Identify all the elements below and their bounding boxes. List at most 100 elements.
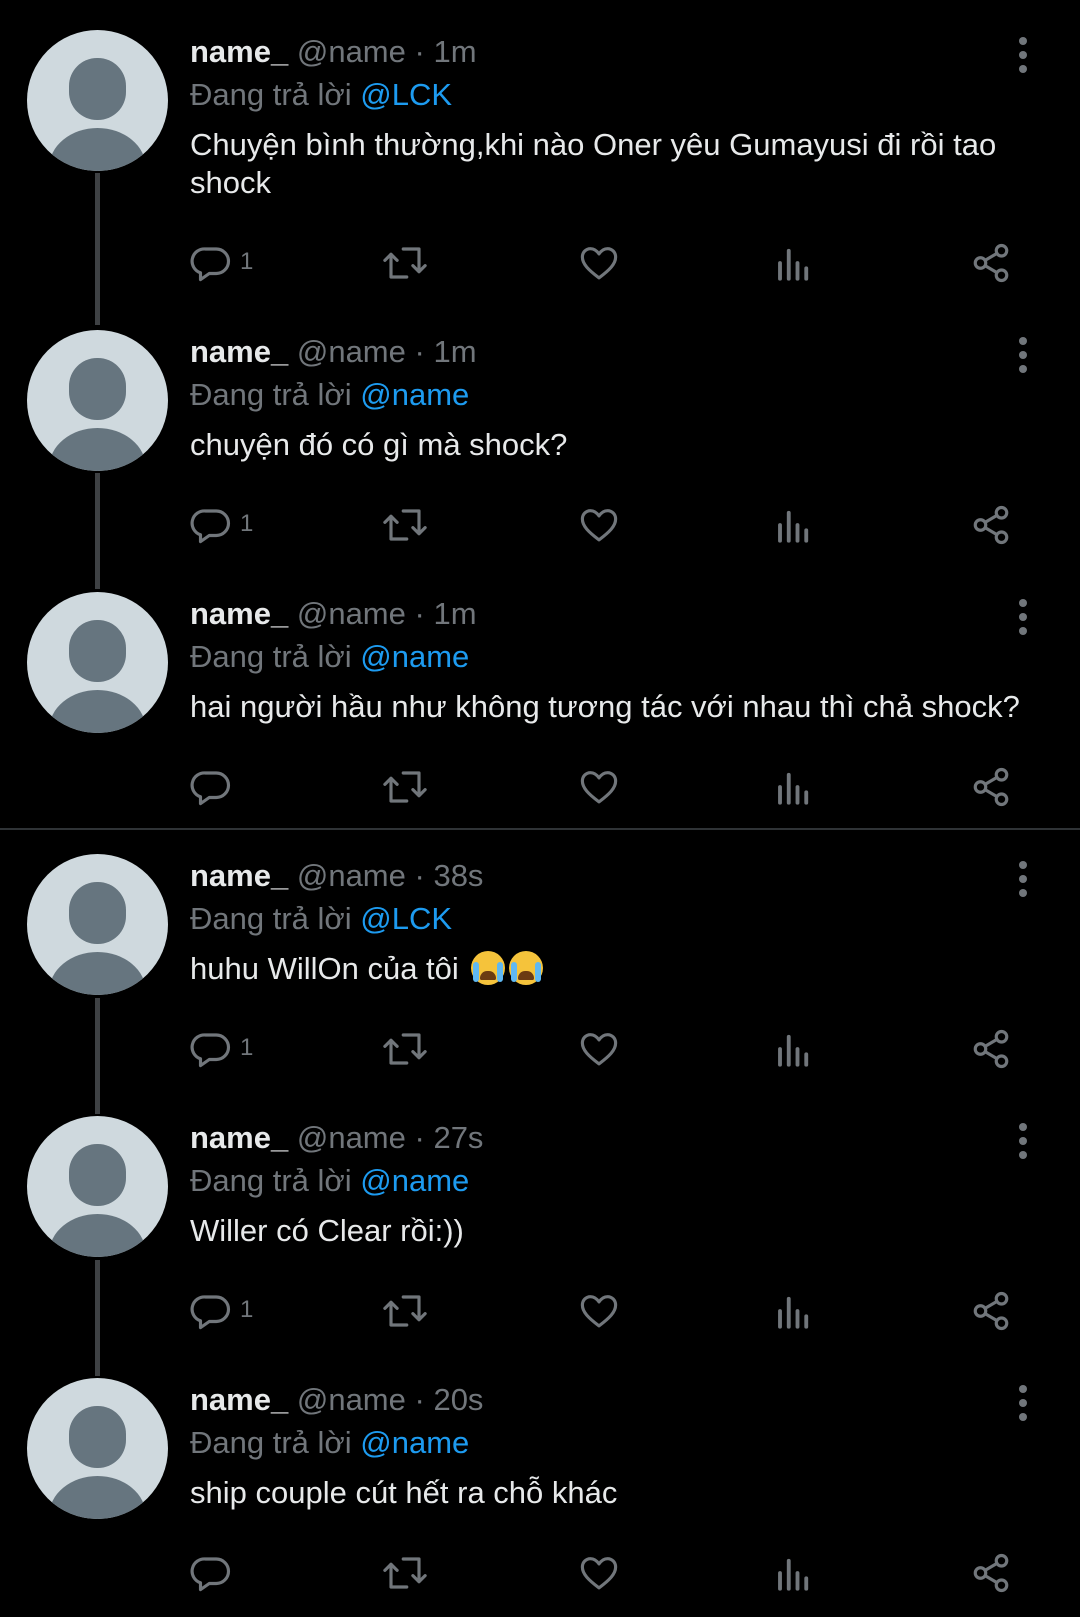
display-name[interactable]: name_ [190,334,288,369]
avatar[interactable] [27,854,168,995]
retweet-icon [383,1033,427,1065]
tweet[interactable]: name_ @name · 1m Đang trả lời @name chuy… [0,330,1080,570]
like-button[interactable] [578,238,628,288]
share-icon [973,505,1009,545]
replying-to-mention[interactable]: @name [360,377,469,412]
tweet-text: chuyện đó có gì mà shock? [190,427,568,462]
reply-button[interactable] [190,1548,270,1598]
tweet-text: Chuyện bình thường,khi nào Oner yêu Guma… [190,127,997,200]
tweet-header: name_ @name · 38s [190,856,483,896]
retweet-icon [383,771,427,803]
views-icon [778,1034,809,1067]
reply-button[interactable]: 1 [190,500,270,550]
display-name[interactable]: name_ [190,34,288,69]
share-button[interactable] [970,1286,1020,1336]
views-button[interactable] [775,1548,825,1598]
tweet-text: ship couple cút hết ra chỗ khác [190,1475,618,1510]
replying-to: Đang trả lời @name [190,1161,469,1201]
heart-icon [580,1557,618,1590]
crying-face-emoji-icon [509,951,544,985]
views-button[interactable] [775,238,825,288]
avatar[interactable] [27,1378,168,1519]
replying-to-mention[interactable]: @name [360,1163,469,1198]
views-button[interactable] [775,1286,825,1336]
timestamp[interactable]: 1m [433,34,476,69]
retweet-button[interactable] [382,762,432,812]
more-options-icon[interactable] [1010,1121,1036,1161]
views-button[interactable] [775,762,825,812]
handle[interactable]: @name [297,1120,406,1155]
replying-to-mention[interactable]: @name [360,639,469,674]
more-options-icon[interactable] [1010,1383,1036,1423]
tweet-header: name_ @name · 1m [190,32,477,72]
tweet[interactable]: name_ @name · 27s Đang trả lời @name Wil… [0,1116,1080,1356]
replying-to-mention[interactable]: @name [360,1425,469,1460]
reply-button[interactable]: 1 [190,238,270,288]
tweet[interactable]: name_ @name · 20s Đang trả lời @name shi… [0,1378,1080,1617]
tweet-text: huhu WillOn của tôi [190,951,459,986]
like-button[interactable] [578,500,628,550]
retweet-button[interactable] [382,1548,432,1598]
handle[interactable]: @name [297,34,406,69]
avatar[interactable] [27,592,168,733]
handle[interactable]: @name [297,858,406,893]
tweet-header: name_ @name · 20s [190,1380,483,1420]
share-button[interactable] [970,1548,1020,1598]
handle[interactable]: @name [297,596,406,631]
tweet[interactable]: name_ @name · 38s Đang trả lời @LCK huhu… [0,854,1080,1094]
separator: · [414,858,425,893]
display-name[interactable]: name_ [190,858,288,893]
more-options-icon[interactable] [1010,35,1036,75]
handle[interactable]: @name [297,1382,406,1417]
reply-button[interactable]: 1 [190,1024,270,1074]
replying-to-mention[interactable]: @LCK [360,901,452,936]
display-name[interactable]: name_ [190,1382,288,1417]
tweet-header: name_ @name · 27s [190,1118,483,1158]
more-options-icon[interactable] [1010,859,1036,899]
replying-to-label: Đang trả lời [190,77,352,112]
retweet-button[interactable] [382,238,432,288]
action-bar: 1 [190,1024,1040,1074]
like-button[interactable] [578,1286,628,1336]
timestamp[interactable]: 27s [433,1120,483,1155]
reply-button[interactable] [190,762,270,812]
more-options-icon[interactable] [1010,597,1036,637]
more-options-icon[interactable] [1010,335,1036,375]
retweet-button[interactable] [382,500,432,550]
reply-count: 1 [240,1296,254,1323]
views-button[interactable] [775,500,825,550]
display-name[interactable]: name_ [190,1120,288,1155]
share-button[interactable] [970,238,1020,288]
views-button[interactable] [775,1024,825,1074]
timestamp[interactable]: 38s [433,858,483,893]
replying-to-mention[interactable]: @LCK [360,77,452,112]
share-button[interactable] [970,762,1020,812]
retweet-button[interactable] [382,1286,432,1336]
retweet-icon [383,1295,427,1327]
handle[interactable]: @name [297,334,406,369]
avatar[interactable] [27,330,168,471]
share-button[interactable] [970,500,1020,550]
timestamp[interactable]: 20s [433,1382,483,1417]
views-icon [778,1296,809,1329]
tweet[interactable]: name_ @name · 1m Đang trả lời @name hai … [0,592,1080,822]
share-button[interactable] [970,1024,1020,1074]
tweet-text: hai người hầu như không tương tác với nh… [190,689,1020,724]
reply-button[interactable]: 1 [190,1286,270,1336]
like-button[interactable] [578,762,628,812]
like-button[interactable] [578,1024,628,1074]
views-icon [778,772,809,805]
tweet[interactable]: name_ @name · 1m Đang trả lời @LCK Chuyệ… [0,30,1080,300]
tweet-header: name_ @name · 1m [190,594,477,634]
action-bar [190,1548,1040,1598]
tweet-header: name_ @name · 1m [190,332,477,372]
display-name[interactable]: name_ [190,596,288,631]
reply-count: 1 [240,510,254,537]
separator: · [414,34,425,69]
avatar[interactable] [27,30,168,171]
timestamp[interactable]: 1m [433,596,476,631]
like-button[interactable] [578,1548,628,1598]
timestamp[interactable]: 1m [433,334,476,369]
avatar[interactable] [27,1116,168,1257]
retweet-button[interactable] [382,1024,432,1074]
